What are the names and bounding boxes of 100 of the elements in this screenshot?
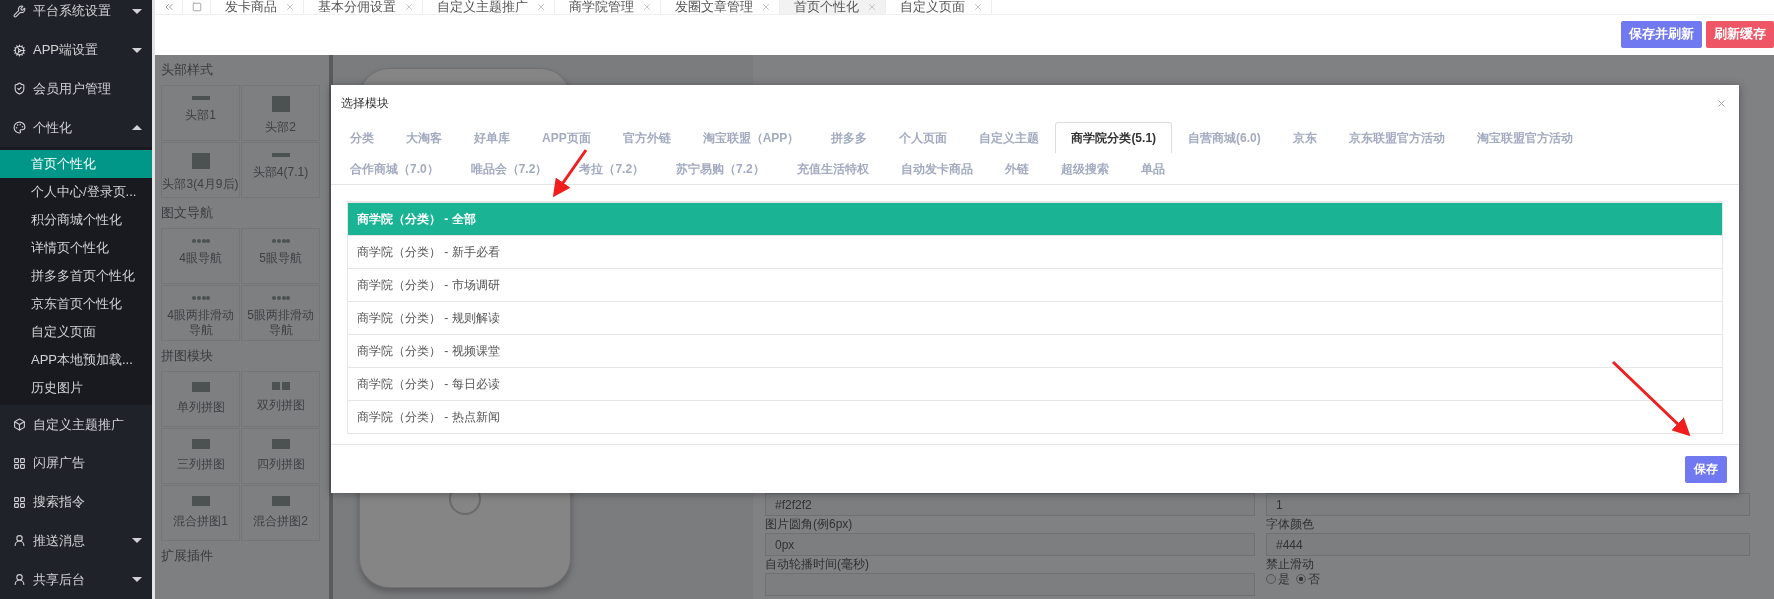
- sidebar-item[interactable]: 会员用户管理: [0, 69, 152, 109]
- module-tile[interactable]: 头部2: [241, 85, 320, 141]
- close-icon[interactable]: [285, 1, 295, 12]
- sidebar-subitem[interactable]: 自定义页面: [0, 318, 152, 347]
- module-tab[interactable]: 单品: [1124, 153, 1181, 184]
- module-tile[interactable]: 混合拼图2: [241, 485, 320, 541]
- module-tab[interactable]: 充值生活特权: [780, 153, 885, 184]
- module-thumbnail-icon: [271, 239, 290, 243]
- caret-icon: [132, 125, 142, 131]
- close-icon[interactable]: [867, 1, 877, 12]
- module-tab[interactable]: 商学院分类(5.1): [1055, 122, 1173, 153]
- toolbar-button[interactable]: 保存并刷新: [1621, 20, 1702, 48]
- module-thumbnail-icon: [271, 382, 290, 390]
- grid-icon: [13, 456, 26, 470]
- module-tile[interactable]: 4眼导航: [161, 228, 240, 284]
- module-tile[interactable]: 双列拼图: [241, 371, 320, 427]
- module-tile[interactable]: 单列拼图: [161, 371, 240, 427]
- sidebar-item[interactable]: 搜索指令: [0, 482, 152, 522]
- module-tab[interactable]: 自动发卡商品: [884, 153, 989, 184]
- close-icon[interactable]: [1716, 98, 1727, 109]
- module-tab[interactable]: 自定义主题: [963, 122, 1056, 153]
- cube-icon: [13, 418, 26, 431]
- input-field[interactable]: #f2f2f2: [765, 493, 1255, 516]
- caret-icon: [132, 577, 142, 583]
- close-icon[interactable]: [761, 1, 771, 12]
- module-tile[interactable]: 5眼两排滑动导航: [241, 285, 320, 341]
- sidebar-item[interactable]: 自定义主题推广: [0, 405, 152, 444]
- input-field[interactable]: #444: [1266, 533, 1750, 556]
- module-tab[interactable]: 合作商城（7.0）: [334, 153, 455, 184]
- group-title: 头部样式: [161, 61, 214, 79]
- sidebar-item[interactable]: 推送消息: [0, 521, 152, 561]
- module-tab[interactable]: 拼多多: [815, 122, 884, 153]
- close-icon[interactable]: [642, 1, 652, 12]
- sidebar-subitem[interactable]: 个人中心/登录页...: [0, 178, 152, 207]
- module-tile[interactable]: 三列拼图: [161, 428, 240, 484]
- sidebar-subitem[interactable]: 首页个性化: [0, 150, 152, 179]
- caret-icon: [132, 8, 142, 14]
- sidebar-subitem[interactable]: 详情页个性化: [0, 234, 152, 263]
- module-thumbnail-icon: [271, 439, 290, 449]
- module-tab[interactable]: 京东: [1276, 122, 1333, 153]
- module-tab[interactable]: 外链: [988, 153, 1045, 184]
- modal-title: 选择模块: [341, 95, 389, 112]
- gear-icon: [13, 43, 26, 57]
- group-title: 扩展插件: [161, 547, 214, 565]
- radio-option[interactable]: 是: [1266, 573, 1290, 585]
- toolbar-button[interactable]: 刷新缓存: [1706, 20, 1774, 48]
- module-tab[interactable]: 苏宁易购（7.2）: [660, 153, 781, 184]
- sidebar-subitem[interactable]: 积分商城个性化: [0, 206, 152, 235]
- sidebar-item[interactable]: APP端设置: [0, 30, 152, 70]
- module-tab[interactable]: 个人页面: [883, 122, 964, 153]
- module-tile[interactable]: 混合拼图1: [161, 485, 240, 541]
- module-tab[interactable]: 分类: [334, 122, 390, 153]
- module-tile[interactable]: 5眼导航: [241, 228, 320, 284]
- module-tab[interactable]: 官方外链: [606, 122, 687, 153]
- module-tab[interactable]: 自营商城(6.0): [1172, 122, 1277, 153]
- field-label: 禁止滑动: [1266, 558, 1315, 571]
- module-tab[interactable]: 考拉（7.2）: [563, 153, 661, 184]
- save-button[interactable]: 保存: [1685, 455, 1727, 483]
- sidebar-item[interactable]: 平台系统设置: [0, 0, 152, 31]
- group-title: 图文导航: [161, 204, 214, 222]
- field-label: 字体颜色: [1266, 518, 1315, 531]
- module-thumbnail-icon: [191, 496, 210, 506]
- sidebar-subitem[interactable]: APP本地预加载...: [0, 346, 152, 375]
- field-label: 图片圆角(例6px): [765, 518, 854, 531]
- sidebar-subitem[interactable]: 京东首页个性化: [0, 290, 152, 319]
- module-tab[interactable]: 唯品会（7.2）: [454, 153, 564, 184]
- close-icon[interactable]: [404, 1, 414, 12]
- shield-icon: [13, 82, 26, 96]
- module-tile[interactable]: 头部4(7.1): [241, 142, 320, 198]
- grid-icon: [13, 495, 26, 509]
- user-icon: [13, 534, 26, 548]
- sidebar-item[interactable]: 闪屏广告: [0, 443, 152, 483]
- input-field[interactable]: 1: [1266, 493, 1750, 516]
- page-tab[interactable]: 首页个性化: [780, 0, 886, 14]
- module-tab[interactable]: 好单库: [458, 122, 526, 153]
- module-thumbnail-icon: [271, 153, 290, 157]
- sidebar-item[interactable]: 个性化: [0, 108, 152, 148]
- module-tab[interactable]: APP页面: [526, 122, 607, 153]
- module-tab[interactable]: 大淘客: [390, 122, 458, 153]
- module-thumbnail-icon: [191, 153, 210, 169]
- input-field[interactable]: 0px: [765, 533, 1255, 556]
- module-thumbnail-icon: [191, 296, 210, 300]
- module-tab[interactable]: 超级搜索: [1044, 153, 1125, 184]
- sidebar-item[interactable]: 共享后台: [0, 560, 152, 599]
- module-tab[interactable]: 淘宝联盟（APP）: [686, 122, 816, 153]
- module-tile[interactable]: 4眼两排滑动导航: [161, 285, 240, 341]
- module-thumbnail-icon: [191, 439, 210, 449]
- module-thumbnail-icon: [191, 382, 210, 392]
- close-icon[interactable]: [973, 1, 983, 12]
- option-row[interactable]: 商学院（分类） - 全部: [348, 202, 1722, 235]
- module-tile[interactable]: 四列拼图: [241, 428, 320, 484]
- close-icon[interactable]: [536, 1, 546, 12]
- module-tile[interactable]: 头部1: [161, 85, 240, 141]
- radio-option[interactable]: 否: [1296, 573, 1320, 585]
- sidebar-subitem[interactable]: 拼多多首页个性化: [0, 262, 152, 291]
- caret-icon: [132, 538, 142, 544]
- module-tab[interactable]: 淘宝联盟官方活动: [1460, 122, 1589, 153]
- sidebar-subitem[interactable]: 历史图片: [0, 374, 152, 403]
- module-tab[interactable]: 京东联盟官方活动: [1332, 122, 1461, 153]
- user-icon: [13, 573, 26, 587]
